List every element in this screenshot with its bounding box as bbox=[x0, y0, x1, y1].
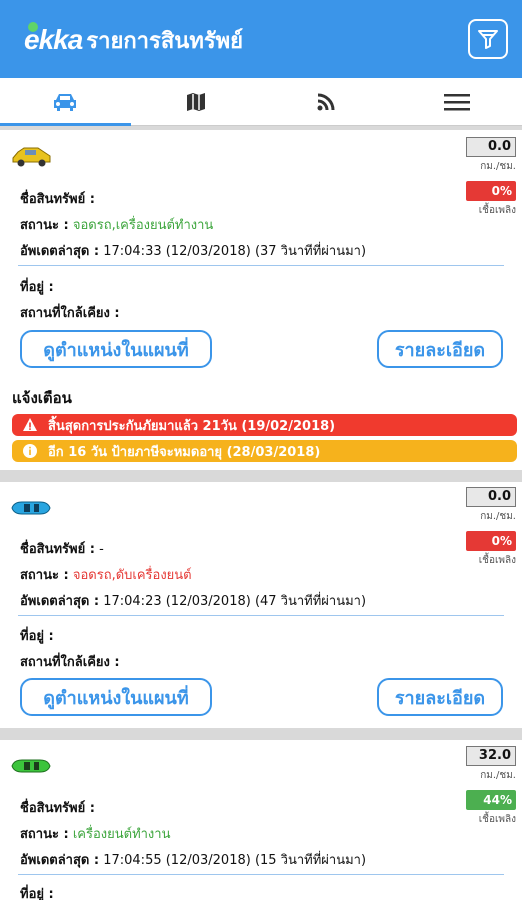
tab-feed[interactable] bbox=[261, 78, 392, 125]
speed-value: 32.0 bbox=[466, 746, 516, 766]
menu-icon bbox=[443, 93, 470, 110]
asset-name-value: - bbox=[99, 542, 104, 557]
tab-bar bbox=[0, 78, 522, 126]
vehicle-card[interactable]: 32.0 กม./ชม. 44% เชื้อเพลิง ชื่อสินทรัพย… bbox=[0, 740, 522, 900]
speed-unit: กม./ชม. bbox=[480, 161, 516, 172]
address-row: ที่อยู่ : bbox=[20, 625, 54, 646]
alert-tax[interactable]: อีก 16 วัน ป้ายภาษีจะหมดอายุ (28/03/2018… bbox=[12, 440, 517, 462]
nearby-row: สถานที่ใกล้เคียง : bbox=[20, 651, 120, 672]
blue-car-icon bbox=[11, 501, 51, 515]
nearby-label: สถานที่ใกล้เคียง : bbox=[20, 306, 120, 321]
status-row: สถานะ : จอดรถ,เครื่องยนต์ทำงาน bbox=[20, 214, 213, 235]
map-icon bbox=[186, 92, 205, 111]
view-on-map-button[interactable]: ดูตำแหน่งในแผนที่ bbox=[20, 330, 212, 368]
asset-name-row: ชื่อสินทรัพย์ : - bbox=[20, 538, 104, 559]
ekka-logo: ekka bbox=[24, 22, 83, 55]
address-label: ที่อยู่ : bbox=[20, 629, 54, 644]
last-update-value: 17:04:23 (12/03/2018) (47 วินาทีที่ผ่านม… bbox=[103, 594, 367, 609]
view-on-map-button[interactable]: ดูตำแหน่งในแผนที่ bbox=[20, 678, 212, 716]
asset-name-row: ชื่อสินทรัพย์ : bbox=[20, 188, 95, 209]
address-row: ที่อยู่ : bbox=[20, 883, 54, 900]
last-update-row: อัพเดตล่าสุด : 17:04:23 (12/03/2018) (47… bbox=[20, 590, 366, 611]
divider bbox=[18, 265, 504, 266]
last-update-value: 17:04:33 (12/03/2018) (37 วินาทีที่ผ่านม… bbox=[103, 244, 367, 259]
divider bbox=[18, 615, 504, 616]
last-update-label: อัพเดตล่าสุด : bbox=[20, 244, 100, 259]
divider bbox=[18, 874, 504, 875]
status-value: จอดรถ,เครื่องยนต์ทำงาน bbox=[72, 218, 214, 233]
fuel-badge: 44% bbox=[466, 790, 516, 810]
nearby-label: สถานที่ใกล้เคียง : bbox=[20, 655, 120, 670]
alert-text: สิ้นสุดการประกันภัยมาแล้ว 21วัน (19/02/2… bbox=[48, 418, 336, 434]
fuel-badge: 0% bbox=[466, 181, 516, 201]
last-update-label: อัพเดตล่าสุด : bbox=[20, 853, 100, 868]
fuel-unit: เชื้อเพลิง bbox=[478, 555, 516, 566]
warning-icon bbox=[22, 417, 38, 433]
address-row: ที่อยู่ : bbox=[20, 276, 54, 297]
vehicle-card[interactable]: 0.0 กม./ชม. 0% เชื้อเพลิง ชื่อสินทรัพย์ … bbox=[0, 130, 522, 470]
status-value: เครื่องยนต์ทำงาน bbox=[72, 827, 171, 842]
filter-button[interactable] bbox=[468, 19, 508, 59]
status-label: สถานะ : bbox=[20, 218, 69, 233]
details-button[interactable]: รายละเอียด bbox=[377, 678, 503, 716]
status-value: จอดรถ,ดับเครื่องยนต์ bbox=[72, 568, 192, 583]
address-label: ที่อยู่ : bbox=[20, 887, 54, 900]
tab-vehicles[interactable] bbox=[0, 78, 131, 126]
status-row: สถานะ : เครื่องยนต์ทำงาน bbox=[20, 823, 170, 844]
taxi-car-icon bbox=[12, 147, 51, 167]
green-car-icon bbox=[11, 759, 51, 773]
alert-insurance[interactable]: สิ้นสุดการประกันภัยมาแล้ว 21วัน (19/02/2… bbox=[12, 414, 517, 436]
tab-menu[interactable] bbox=[392, 78, 522, 125]
page-title: รายการสินทรัพย์ bbox=[86, 28, 244, 54]
rss-icon bbox=[317, 93, 335, 110]
speed-value: 0.0 bbox=[466, 487, 516, 507]
last-update-row: อัพเดตล่าสุด : 17:04:55 (12/03/2018) (15… bbox=[20, 849, 366, 870]
brand: ekka รายการสินทรัพย์ bbox=[24, 22, 243, 58]
details-button[interactable]: รายละเอียด bbox=[377, 330, 503, 368]
speed-unit: กม./ชม. bbox=[480, 770, 516, 781]
vehicle-card[interactable]: 0.0 กม./ชม. 0% เชื้อเพลิง ชื่อสินทรัพย์ … bbox=[0, 482, 522, 728]
status-row: สถานะ : จอดรถ,ดับเครื่องยนต์ bbox=[20, 564, 192, 585]
tab-map[interactable] bbox=[131, 78, 262, 125]
asset-name-row: ชื่อสินทรัพย์ : bbox=[20, 797, 95, 818]
filter-icon bbox=[478, 30, 498, 49]
last-update-value: 17:04:55 (12/03/2018) (15 วินาทีที่ผ่านม… bbox=[103, 853, 367, 868]
info-icon bbox=[22, 443, 38, 459]
asset-name-label: ชื่อสินทรัพย์ : bbox=[20, 801, 95, 816]
fuel-unit: เชื้อเพลิง bbox=[478, 814, 516, 825]
status-label: สถานะ : bbox=[20, 827, 69, 842]
address-label: ที่อยู่ : bbox=[20, 280, 54, 295]
nearby-row: สถานที่ใกล้เคียง : bbox=[20, 302, 120, 323]
alerts-title: แจ้งเตือน bbox=[12, 389, 72, 407]
speed-value: 0.0 bbox=[466, 137, 516, 157]
speed-unit: กม./ชม. bbox=[480, 511, 516, 522]
asset-name-label: ชื่อสินทรัพย์ : bbox=[20, 542, 95, 557]
car-icon bbox=[54, 93, 77, 111]
alert-text: อีก 16 วัน ป้ายภาษีจะหมดอายุ (28/03/2018… bbox=[48, 444, 321, 460]
asset-name-label: ชื่อสินทรัพย์ : bbox=[20, 192, 95, 207]
app-header: ekka รายการสินทรัพย์ bbox=[0, 0, 522, 78]
last-update-label: อัพเดตล่าสุด : bbox=[20, 594, 100, 609]
fuel-badge: 0% bbox=[466, 531, 516, 551]
status-label: สถานะ : bbox=[20, 568, 69, 583]
last-update-row: อัพเดตล่าสุด : 17:04:33 (12/03/2018) (37… bbox=[20, 240, 366, 261]
fuel-unit: เชื้อเพลิง bbox=[478, 205, 516, 216]
